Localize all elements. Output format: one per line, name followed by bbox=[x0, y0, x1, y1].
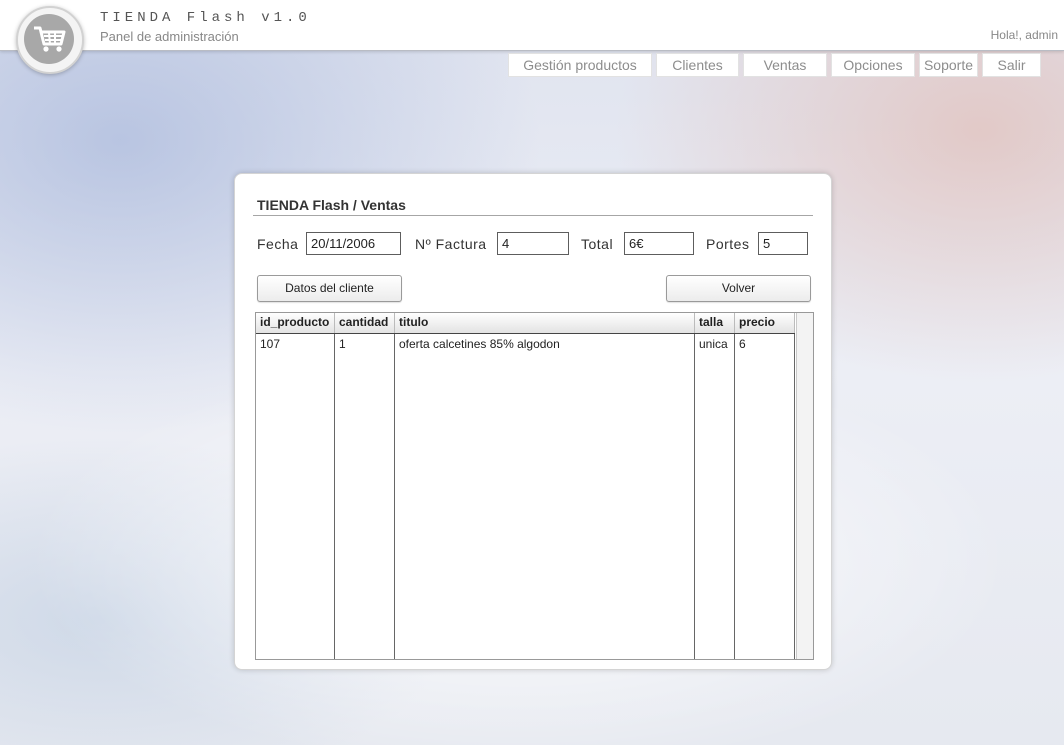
portes-field[interactable]: 5 bbox=[758, 232, 808, 255]
title-divider bbox=[253, 215, 813, 216]
vertical-scrollbar[interactable] bbox=[796, 313, 813, 659]
portes-label: Portes bbox=[706, 236, 750, 252]
cell-talla: unica bbox=[699, 337, 728, 351]
table-body: 107 1 oferta calcetines 85% algodon unic… bbox=[256, 334, 795, 659]
nav-ventas[interactable]: Ventas bbox=[743, 53, 827, 77]
fecha-label: Fecha bbox=[257, 236, 299, 252]
panel-title: TIENDA Flash / Ventas bbox=[257, 197, 406, 213]
volver-button[interactable]: Volver bbox=[666, 275, 811, 302]
column-header-titulo[interactable]: titulo bbox=[395, 313, 695, 333]
ventas-panel: TIENDA Flash / Ventas Fecha 20/11/2006 N… bbox=[234, 173, 832, 670]
column-header-id-producto[interactable]: id_producto bbox=[256, 313, 335, 333]
column-header-talla[interactable]: talla bbox=[695, 313, 735, 333]
cell-precio: 6 bbox=[739, 337, 746, 351]
cell-titulo: oferta calcetines 85% algodon bbox=[399, 337, 560, 351]
shopping-cart-icon bbox=[34, 26, 66, 52]
total-field[interactable]: 6€ bbox=[624, 232, 694, 255]
datos-cliente-button[interactable]: Datos del cliente bbox=[257, 275, 402, 302]
shopping-cart-logo bbox=[16, 6, 84, 74]
cell-cantidad: 1 bbox=[339, 337, 346, 351]
nav-gestion-productos[interactable]: Gestión productos bbox=[508, 53, 652, 77]
column-header-cantidad[interactable]: cantidad bbox=[335, 313, 395, 333]
fecha-field[interactable]: 20/11/2006 bbox=[306, 232, 401, 255]
factura-field[interactable]: 4 bbox=[497, 232, 569, 255]
ventas-table: id_producto cantidad titulo talla precio… bbox=[255, 312, 814, 660]
cell-id-producto: 107 bbox=[260, 337, 281, 351]
nav-clientes[interactable]: Clientes bbox=[656, 53, 739, 77]
table-row[interactable]: 107 1 oferta calcetines 85% algodon unic… bbox=[256, 334, 795, 356]
nav-salir[interactable]: Salir bbox=[982, 53, 1041, 77]
main-nav: Gestión productos Clientes Ventas Opcion… bbox=[508, 53, 1041, 77]
column-header-precio[interactable]: precio bbox=[735, 313, 795, 333]
app-title: TIENDA Flash v1.0 bbox=[100, 10, 311, 26]
nav-soporte[interactable]: Soporte bbox=[919, 53, 978, 77]
top-bar: TIENDA Flash v1.0 Panel de administració… bbox=[0, 0, 1064, 51]
total-label: Total bbox=[581, 236, 614, 252]
factura-label: Nº Factura bbox=[415, 236, 487, 252]
app-subtitle: Panel de administración bbox=[100, 29, 239, 44]
table-header: id_producto cantidad titulo talla precio bbox=[256, 313, 795, 334]
user-greeting: Hola!, admin bbox=[990, 28, 1058, 42]
nav-opciones[interactable]: Opciones bbox=[831, 53, 915, 77]
